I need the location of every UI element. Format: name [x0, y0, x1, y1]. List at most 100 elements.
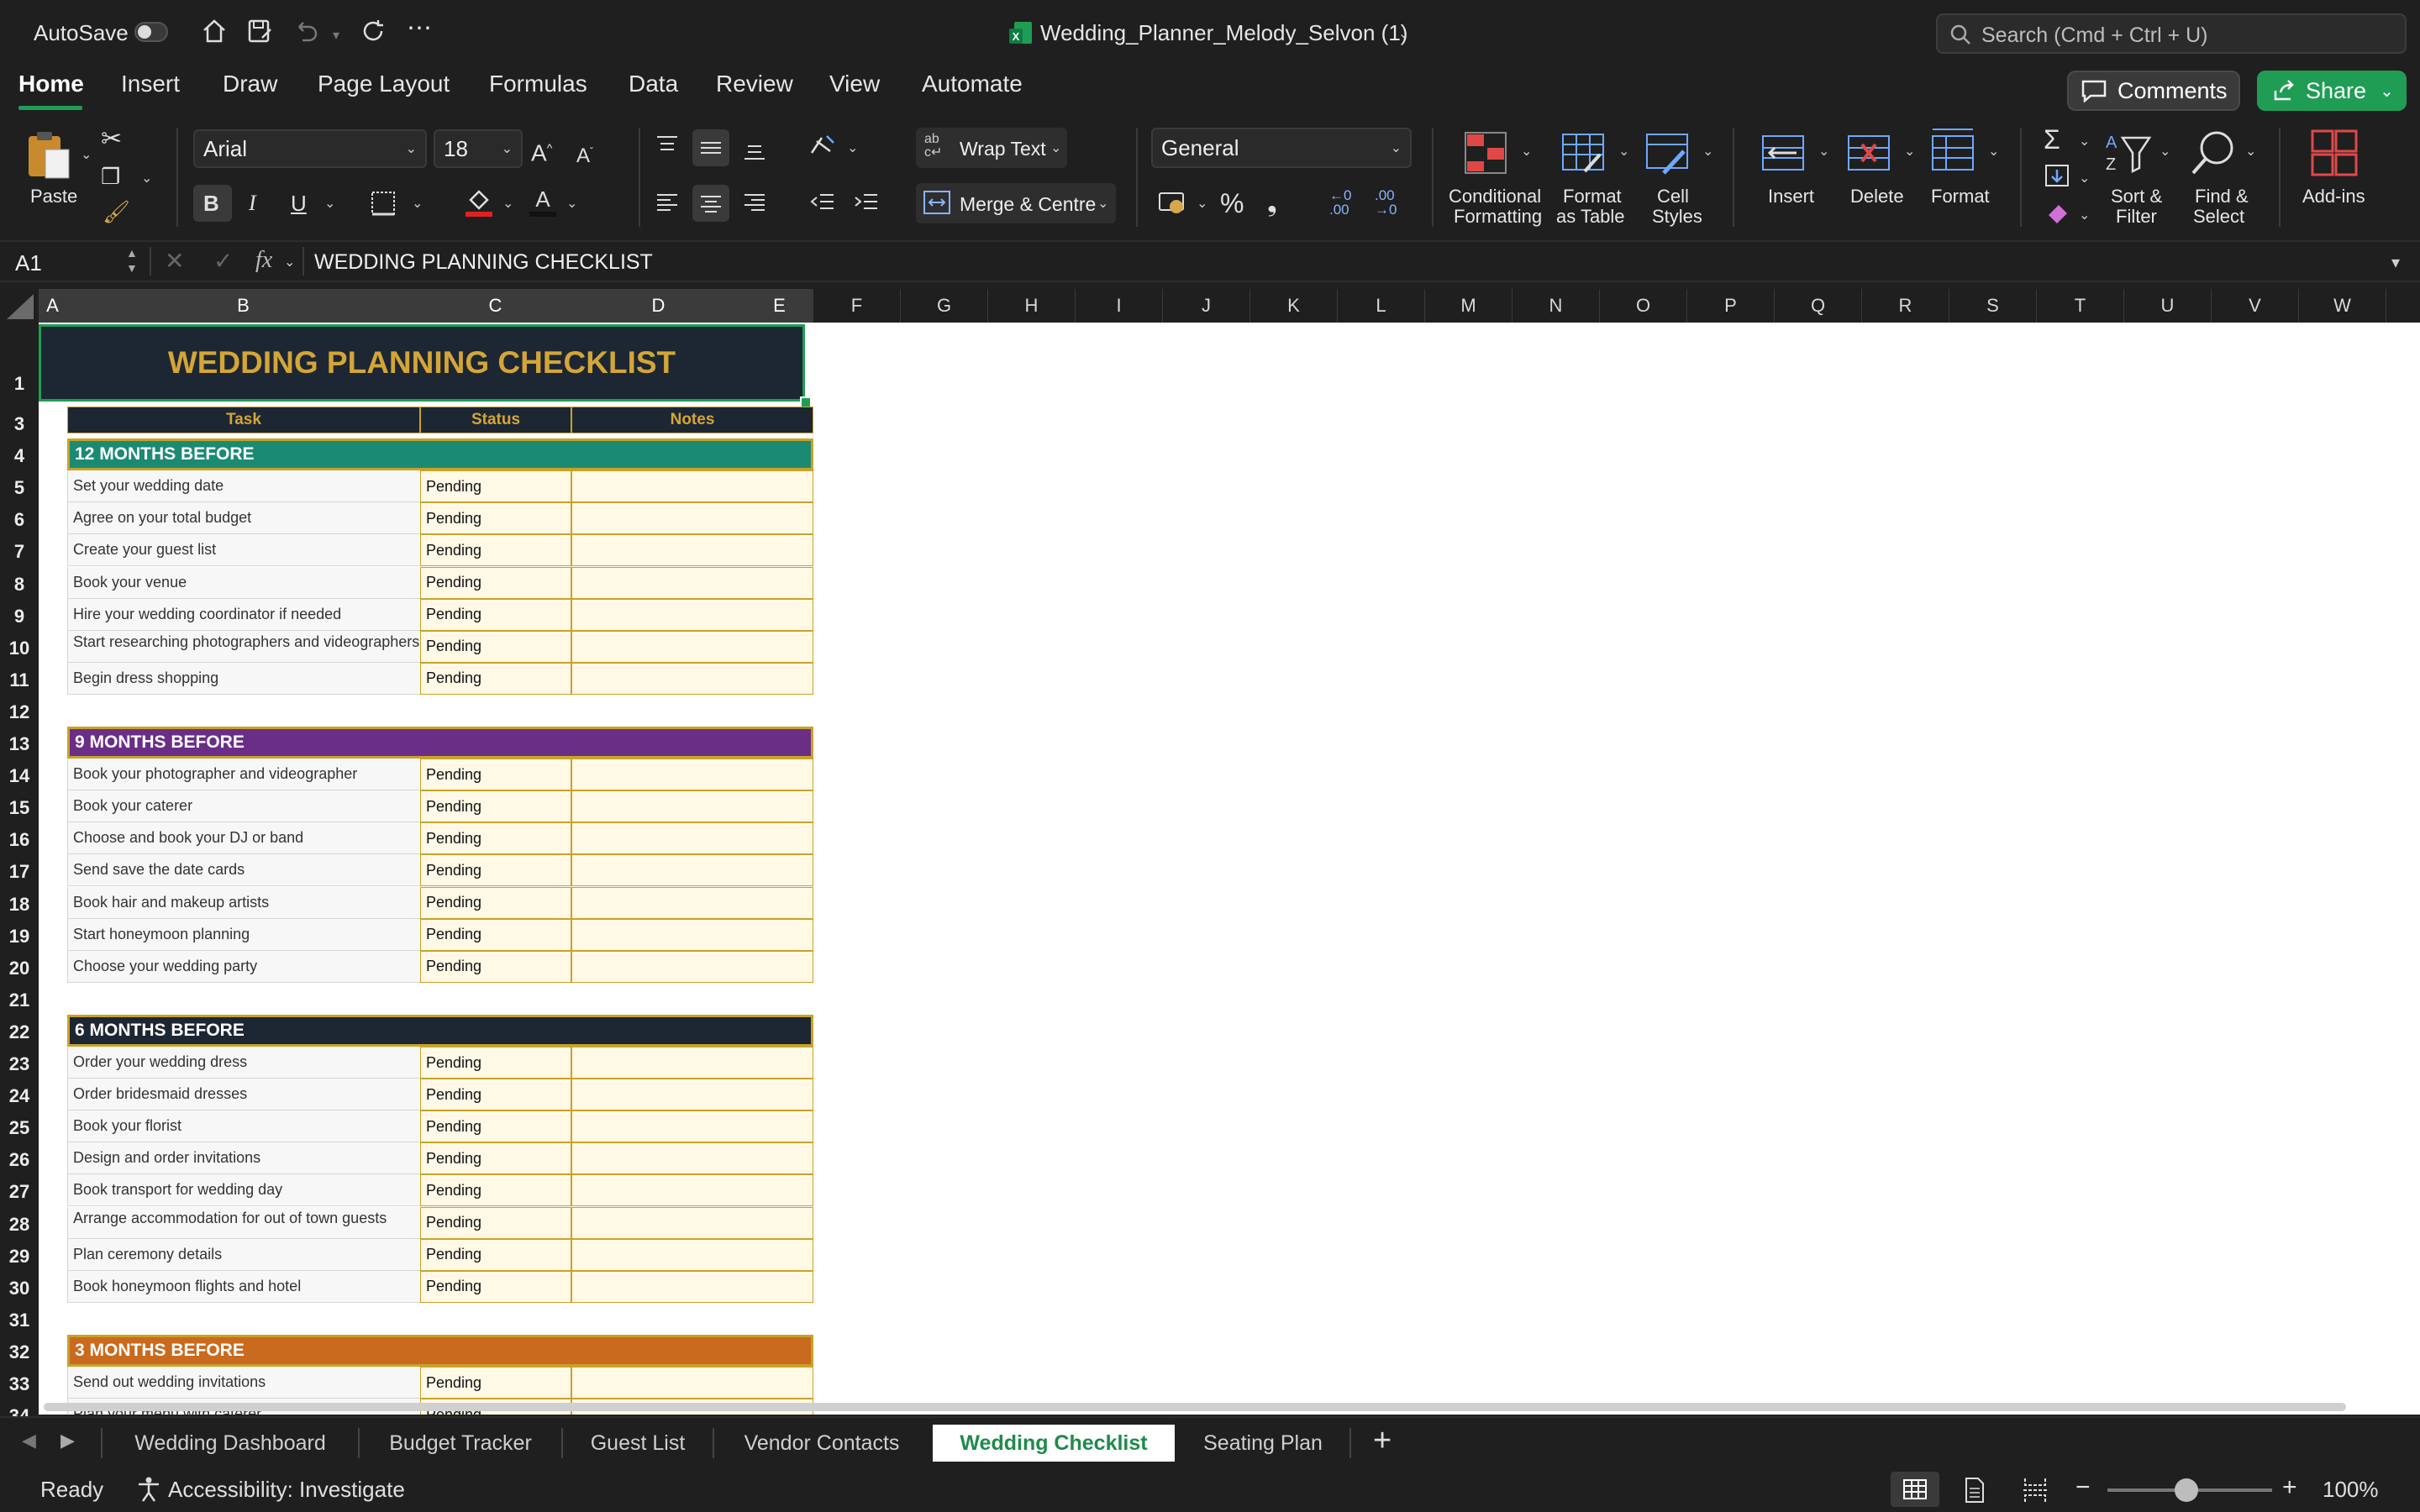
- column-header-w[interactable]: W: [2299, 289, 2386, 323]
- tab-data[interactable]: Data: [629, 71, 678, 97]
- align-top-icon[interactable]: [654, 133, 681, 160]
- row-header-10[interactable]: 10: [0, 638, 39, 659]
- row-header-15[interactable]: 15: [0, 797, 39, 819]
- cut-icon[interactable]: ✂: [101, 123, 122, 156]
- sheet-tab-wedding-dashboard[interactable]: Wedding Dashboard: [103, 1425, 358, 1462]
- delete-cells-icon[interactable]: [1844, 129, 1894, 176]
- row-header-21[interactable]: 21: [0, 990, 39, 1011]
- status-cell[interactable]: Pending: [420, 1047, 571, 1079]
- tab-page-layout[interactable]: Page Layout: [318, 71, 450, 97]
- status-cell[interactable]: Pending: [420, 502, 571, 535]
- task-cell[interactable]: Book hair and makeup artists: [67, 886, 420, 919]
- next-sheet-icon[interactable]: ▶: [60, 1430, 75, 1452]
- format-as-table-label-2[interactable]: as Table: [1556, 207, 1625, 227]
- font-size-select[interactable]: 18 ⌄: [434, 129, 523, 168]
- sheet-tab-vendor-contacts[interactable]: Vendor Contacts: [714, 1425, 929, 1462]
- align-center-button[interactable]: [692, 185, 729, 222]
- font-name-select[interactable]: Arial ⌄: [193, 129, 427, 168]
- clear-icon[interactable]: [2044, 200, 2070, 225]
- more-options-icon[interactable]: ⋯: [407, 13, 432, 43]
- notes-cell[interactable]: [571, 502, 813, 535]
- row-header-6[interactable]: 6: [0, 509, 39, 531]
- status-cell[interactable]: Pending: [420, 470, 571, 503]
- row-header-23[interactable]: 23: [0, 1053, 39, 1075]
- increase-indent-icon[interactable]: [852, 188, 881, 215]
- paste-label[interactable]: Paste: [30, 186, 77, 207]
- column-header-k[interactable]: K: [1250, 289, 1338, 323]
- sort-filter-label-2[interactable]: Filter: [2116, 207, 2157, 227]
- row-header-20[interactable]: 20: [0, 958, 39, 979]
- format-label[interactable]: Format: [1931, 186, 1990, 207]
- row-header-16[interactable]: 16: [0, 829, 39, 851]
- notes-cell[interactable]: [571, 950, 813, 983]
- status-cell[interactable]: Pending: [420, 886, 571, 919]
- notes-cell[interactable]: [571, 1238, 813, 1271]
- column-header-o[interactable]: O: [1600, 289, 1687, 323]
- sheet-tab-guest-list[interactable]: Guest List: [563, 1425, 713, 1462]
- increase-decimal-icon[interactable]: ←0.00: [1329, 188, 1351, 217]
- normal-view-button[interactable]: [1891, 1472, 1939, 1507]
- task-cell[interactable]: Book your florist: [67, 1110, 420, 1143]
- column-header-i[interactable]: I: [1076, 289, 1163, 323]
- task-cell[interactable]: Send out wedding invitations: [67, 1367, 420, 1399]
- column-header-j[interactable]: J: [1163, 289, 1250, 323]
- notes-cell[interactable]: [571, 1079, 813, 1111]
- task-cell[interactable]: Begin dress shopping: [67, 662, 420, 695]
- section-header[interactable]: 12 MONTHS BEFORE: [67, 438, 813, 471]
- status-cell[interactable]: Pending: [420, 1206, 571, 1239]
- fill-down-icon[interactable]: [2044, 163, 2070, 188]
- notes-cell[interactable]: [571, 790, 813, 823]
- comments-button[interactable]: Comments: [2067, 71, 2240, 111]
- wrap-text-button[interactable]: ab c↵ Wrap Text ⌄: [916, 128, 1067, 168]
- row-header-3[interactable]: 3: [0, 413, 39, 435]
- sort-filter-icon[interactable]: AZ: [2102, 129, 2153, 178]
- number-format-select[interactable]: General ⌄: [1151, 128, 1412, 168]
- find-select-icon[interactable]: [2188, 128, 2238, 178]
- cancel-formula-icon[interactable]: ✕: [165, 247, 184, 275]
- row-header-28[interactable]: 28: [0, 1214, 39, 1236]
- add-sheet-icon[interactable]: +: [1373, 1423, 1392, 1459]
- task-cell[interactable]: Design and order invitations: [67, 1142, 420, 1175]
- paste-dropdown-icon[interactable]: ⌄: [81, 146, 92, 163]
- notes-cell[interactable]: [571, 470, 813, 503]
- undo-icon[interactable]: [291, 17, 319, 45]
- copy-dropdown-icon[interactable]: ⌄: [141, 170, 152, 186]
- status-cell[interactable]: Pending: [420, 790, 571, 823]
- task-cell[interactable]: Set your wedding date: [67, 470, 420, 503]
- status-cell[interactable]: Pending: [420, 1110, 571, 1143]
- column-header-c[interactable]: C: [420, 289, 571, 323]
- sheet-tab-budget-tracker[interactable]: Budget Tracker: [360, 1425, 561, 1462]
- notes-cell[interactable]: [571, 534, 813, 567]
- notes-cell[interactable]: [571, 1270, 813, 1303]
- row-header-26[interactable]: 26: [0, 1149, 39, 1171]
- wrap-text-dropdown-icon[interactable]: ⌄: [1050, 139, 1061, 156]
- insert-cells-icon[interactable]: [1758, 129, 1808, 176]
- tab-review[interactable]: Review: [716, 71, 793, 97]
- percent-icon[interactable]: %: [1220, 186, 1244, 220]
- accounting-dropdown-icon[interactable]: ⌄: [1197, 195, 1207, 212]
- find-select-label-2[interactable]: Select: [2193, 207, 2244, 227]
- confirm-formula-icon[interactable]: ✓: [213, 247, 233, 275]
- column-header-d[interactable]: D: [571, 289, 746, 323]
- align-right-icon[interactable]: [741, 188, 768, 215]
- notes-cell[interactable]: [571, 886, 813, 919]
- zoom-out-icon[interactable]: −: [2075, 1473, 2091, 1502]
- title-dropdown-icon[interactable]: ⌄: [1398, 25, 1409, 42]
- row-header-32[interactable]: 32: [0, 1341, 39, 1363]
- format-as-table-icon[interactable]: [1560, 129, 1607, 176]
- status-cell[interactable]: Pending: [420, 598, 571, 631]
- task-cell[interactable]: Book your venue: [67, 566, 420, 599]
- status-cell[interactable]: Pending: [420, 1270, 571, 1303]
- status-cell[interactable]: Pending: [420, 1142, 571, 1175]
- notes-cell[interactable]: [571, 1174, 813, 1207]
- row-header-27[interactable]: 27: [0, 1181, 39, 1203]
- zoom-slider-handle[interactable]: [2175, 1478, 2198, 1502]
- row-header-18[interactable]: 18: [0, 894, 39, 916]
- notes-cell[interactable]: [571, 566, 813, 599]
- add-ins-label[interactable]: Add-ins: [2302, 186, 2365, 207]
- notes-cell[interactable]: [571, 630, 813, 663]
- borders-icon[interactable]: [370, 190, 397, 217]
- undo-dropdown-icon[interactable]: ▾: [333, 27, 339, 44]
- column-header-v[interactable]: V: [2212, 289, 2299, 323]
- column-header-b[interactable]: B: [67, 289, 420, 323]
